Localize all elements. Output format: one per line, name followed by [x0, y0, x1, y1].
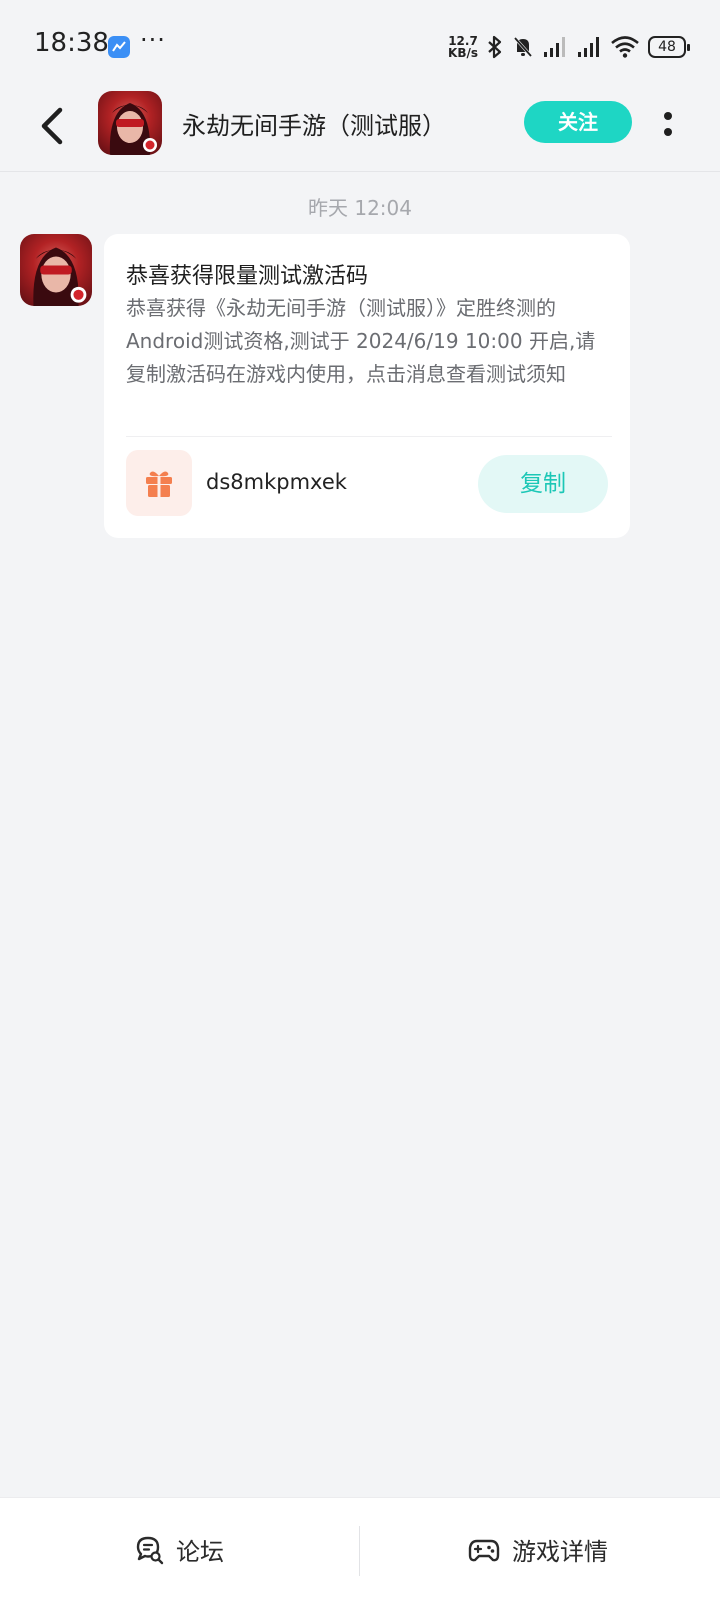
more-vertical-icon: [664, 112, 672, 136]
bluetooth-icon: [488, 35, 502, 59]
gamepad-icon: [468, 1539, 500, 1561]
status-time: 18:38: [34, 28, 109, 58]
game-character-image: [109, 103, 157, 155]
forum-tab[interactable]: 论坛: [134, 1498, 224, 1600]
forum-chat-icon: [136, 1536, 164, 1564]
chevron-left-icon: [41, 107, 63, 145]
battery-indicator: 48: [648, 36, 690, 58]
status-indicators: 12.7 KB/s 48: [448, 32, 690, 62]
signal-icon-2: [578, 37, 599, 57]
page-title: 永劫无间手游（测试服）: [182, 112, 446, 140]
network-speed: 12.7 KB/s: [448, 34, 478, 60]
copy-button[interactable]: 复制: [478, 455, 608, 513]
message-title: 恭喜获得限量测试激活码: [126, 264, 369, 289]
more-options-button[interactable]: [656, 106, 680, 142]
activation-code-message[interactable]: 恭喜获得限量测试激活码 恭喜获得《永劫无间手游（测试服）》定胜终测的Androi…: [104, 234, 630, 538]
game-details-label: 游戏详情: [512, 1538, 608, 1566]
chat-header: 永劫无间手游（测试服） 关注: [0, 84, 720, 172]
signal-icon: [544, 37, 565, 57]
wifi-icon: [611, 36, 639, 58]
game-avatar[interactable]: [98, 91, 162, 155]
back-button[interactable]: [34, 102, 74, 150]
sender-avatar[interactable]: [20, 234, 92, 306]
message-body: 恭喜获得《永劫无间手游（测试服）》定胜终测的Android测试资格,测试于 20…: [126, 296, 596, 386]
more-notifications-icon: ···: [140, 26, 166, 54]
divider: [126, 436, 612, 437]
gift-icon-box: [126, 450, 192, 516]
bottom-bar: 论坛 游戏详情: [0, 1497, 720, 1600]
notification-app-icon: [108, 36, 130, 58]
follow-button[interactable]: 关注: [524, 101, 632, 143]
status-bar: 18:38 ··· 12.7 KB/s 48: [0, 0, 720, 84]
tab-separator: [359, 1526, 360, 1576]
activation-code: ds8mkpmxek: [206, 470, 347, 494]
forum-label: 论坛: [176, 1538, 224, 1566]
gift-icon: [146, 471, 172, 497]
sender-character-image: [33, 247, 87, 306]
message-timestamp: 昨天 12:04: [308, 196, 412, 220]
game-details-tab[interactable]: 游戏详情: [468, 1498, 608, 1600]
mute-bell-icon: [513, 37, 533, 57]
